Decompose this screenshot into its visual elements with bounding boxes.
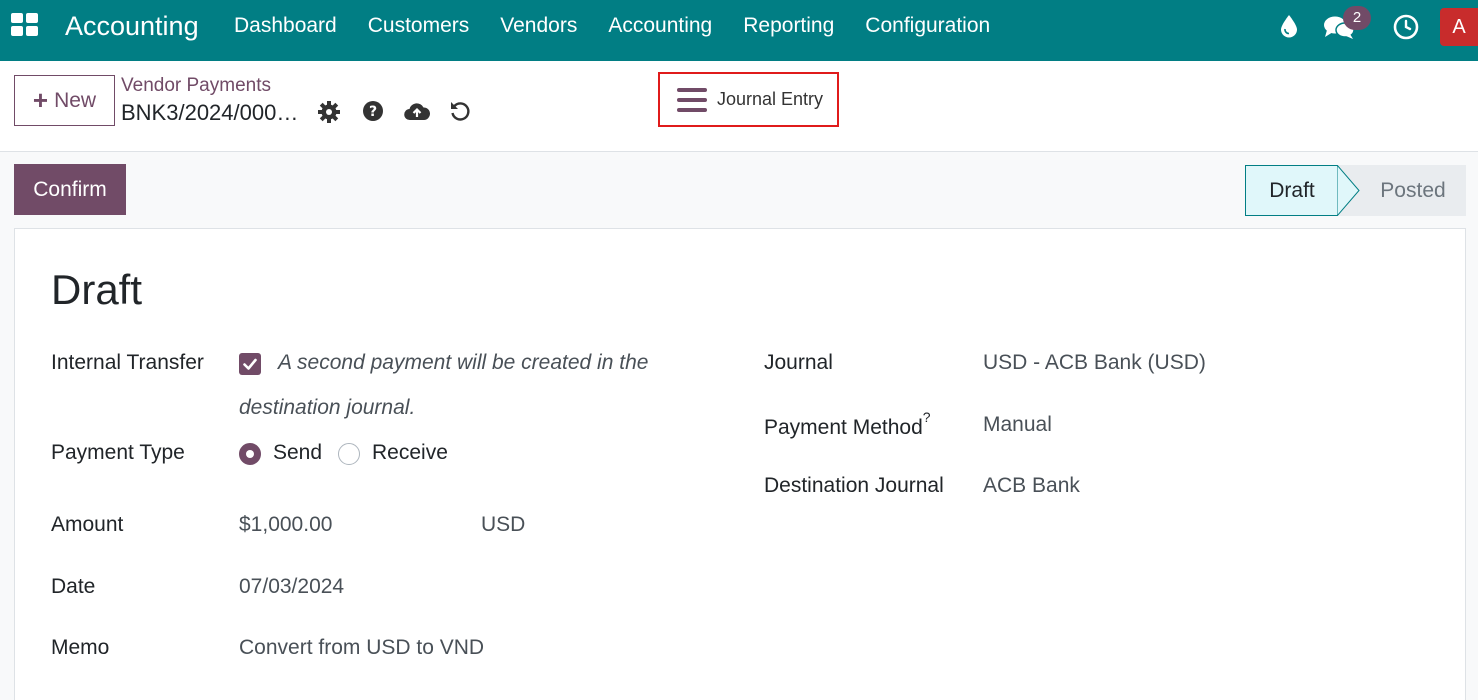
top-navbar: Accounting Dashboard Customers Vendors A… [0,0,1478,61]
destination-journal-label: Destination Journal [764,474,944,497]
app-brand[interactable]: Accounting [65,11,199,42]
status-step-posted[interactable]: Posted [1360,165,1466,216]
discard-changes-icon[interactable] [449,100,471,122]
chat-count-badge: 2 [1343,6,1371,30]
memo-field[interactable]: Convert from USD to VND [239,636,484,660]
status-arrow [1337,165,1361,216]
destination-journal-field[interactable]: ACB Bank [983,474,1080,498]
radio-receive-label[interactable]: Receive [372,441,448,465]
menu-item-reporting[interactable]: Reporting [743,14,834,38]
user-avatar[interactable]: A [1440,8,1478,46]
internal-transfer-checkbox[interactable] [239,353,261,375]
new-button-label: New [54,88,97,112]
list-icon [677,87,707,112]
internal-transfer-label: Internal Transfer [51,351,204,374]
journal-label: Journal [764,351,833,374]
menu-item-accounting[interactable]: Accounting [608,14,712,38]
plus-icon: + [32,85,49,115]
breadcrumb-current: BNK3/2024/000… [121,100,299,125]
breadcrumb-parent[interactable]: Vendor Payments [121,75,271,97]
main-menu: Dashboard Customers Vendors Accounting R… [234,14,1021,38]
cloud-upload-icon[interactable] [404,101,430,121]
form-sheet [14,228,1466,700]
record-title: Draft [51,266,143,313]
journal-field[interactable]: USD - ACB Bank (USD) [983,351,1206,375]
menu-item-configuration[interactable]: Configuration [865,14,990,38]
amount-label: Amount [51,513,124,536]
checkmark-icon [243,358,257,370]
radio-receive[interactable] [338,443,360,465]
journal-entry-label: Journal Entry [717,89,824,109]
help-icon[interactable]: ? [362,100,384,122]
confirm-button[interactable]: Confirm [14,164,126,215]
payment-type-label: Payment Type [51,441,185,464]
status-step-draft[interactable]: Draft [1245,165,1338,216]
currency-field[interactable]: USD [481,513,525,537]
date-field[interactable]: 07/03/2024 [239,575,344,599]
payment-method-label-group: Payment Method? [764,409,931,440]
memo-label: Memo [51,636,110,659]
menu-item-customers[interactable]: Customers [368,14,470,38]
drop-icon[interactable] [1279,14,1299,38]
amount-field[interactable]: $1,000.00 [239,513,332,537]
payment-method-label: Payment Method [764,416,923,439]
help-tooltip-icon[interactable]: ? [923,409,931,425]
radio-send[interactable] [239,443,261,465]
payment-method-field[interactable]: Manual [983,413,1052,437]
menu-item-vendors[interactable]: Vendors [500,14,577,38]
internal-transfer-help-line2: destination journal. [239,396,416,419]
svg-text:?: ? [369,104,377,120]
date-label: Date [51,575,96,598]
journal-entry-smart-button[interactable]: Journal Entry [658,72,839,127]
apps-grid-icon[interactable] [11,13,39,37]
control-panel: + New Vendor Payments BNK3/2024/000… ? J… [0,61,1478,152]
clock-icon[interactable] [1393,14,1419,40]
gear-icon[interactable] [318,101,340,123]
new-button[interactable]: + New [14,75,115,126]
internal-transfer-help-line1: A second payment will be created in the [278,351,649,374]
radio-send-label[interactable]: Send [273,441,322,465]
menu-item-dashboard[interactable]: Dashboard [234,14,337,38]
